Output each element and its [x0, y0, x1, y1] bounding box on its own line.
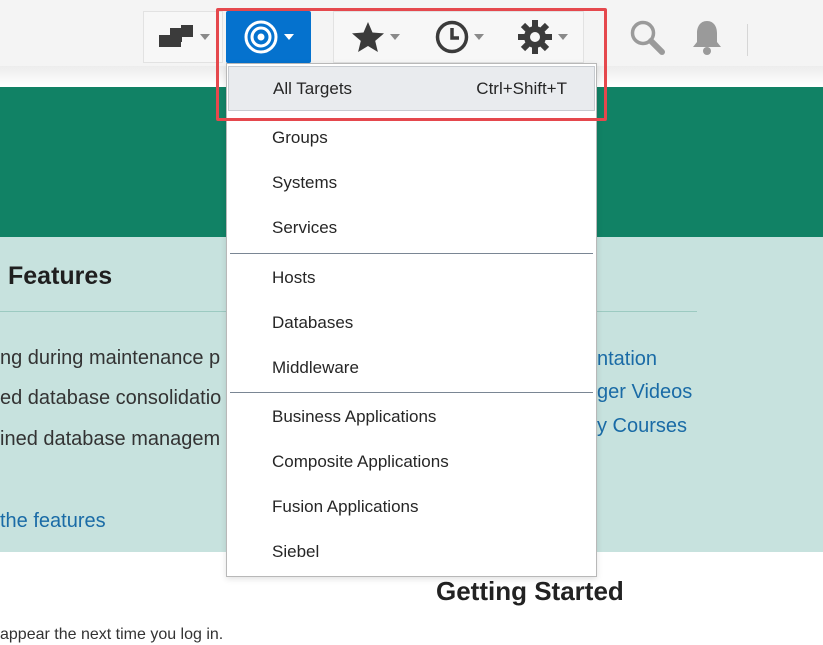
- menu-item-services[interactable]: Services: [228, 205, 595, 250]
- annotation-highlight-box: [216, 8, 607, 121]
- chevron-down-icon: [199, 34, 210, 40]
- menu-item-label: Business Applications: [272, 406, 437, 426]
- feature-item: ed database consolidatio: [0, 387, 222, 409]
- menu-item-label: Fusion Applications: [272, 496, 419, 516]
- features-link[interactable]: the features: [0, 510, 106, 533]
- courses-link[interactable]: y Courses: [597, 415, 687, 438]
- menu-item-business-applications[interactable]: Business Applications: [228, 394, 595, 439]
- getting-started-heading: Getting Started: [436, 576, 624, 606]
- menu-item-fusion-applications[interactable]: Fusion Applications: [228, 484, 595, 529]
- documentation-link[interactable]: ntation: [597, 348, 657, 371]
- search-button[interactable]: [622, 11, 672, 63]
- menu-separator: [230, 253, 593, 254]
- menu-item-hosts[interactable]: Hosts: [228, 255, 595, 300]
- bell-icon: [690, 18, 724, 56]
- menu-item-label: Middleware: [272, 357, 359, 377]
- menu-separator: [230, 392, 593, 393]
- feature-item: ng during maintenance p: [0, 347, 221, 369]
- footnote-text: appear the next time you log in.: [0, 626, 224, 643]
- menu-item-label: Composite Applications: [272, 451, 449, 471]
- menu-item-label: Siebel: [272, 541, 320, 561]
- menu-item-databases[interactable]: Databases: [228, 300, 595, 345]
- features-title: Features: [8, 262, 113, 290]
- videos-link[interactable]: ger Videos: [597, 381, 692, 404]
- search-icon: [628, 18, 666, 56]
- enterprise-icon: [157, 22, 195, 52]
- menu-item-label: Hosts: [272, 267, 316, 287]
- menu-item-middleware[interactable]: Middleware: [228, 345, 595, 390]
- targets-dropdown-menu: All Targets Ctrl+Shift+T Groups Systems …: [226, 63, 597, 577]
- menu-item-label: Services: [272, 217, 338, 237]
- toolbar-divider: [747, 24, 748, 56]
- menu-item-siebel[interactable]: Siebel: [228, 529, 595, 574]
- menu-item-label: Groups: [272, 127, 328, 147]
- menu-item-systems[interactable]: Systems: [228, 160, 595, 205]
- menu-item-label: Databases: [272, 312, 354, 332]
- menu-item-groups[interactable]: Groups: [228, 115, 595, 160]
- menu-item-label: Systems: [272, 172, 338, 192]
- notifications-button[interactable]: [684, 11, 730, 63]
- feature-item: ined database managem: [0, 428, 221, 450]
- enterprise-menu-button[interactable]: [143, 11, 223, 63]
- menu-item-composite-applications[interactable]: Composite Applications: [228, 439, 595, 484]
